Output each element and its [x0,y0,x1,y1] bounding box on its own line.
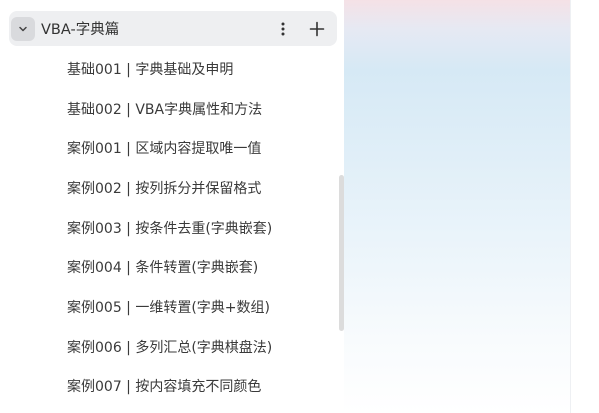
list-item[interactable]: 案例004 | 条件转置(字典嵌套) [0,247,340,287]
list-item-label: 案例006 | 多列汇总(字典棋盘法) [67,339,273,356]
list-item-label: 案例004 | 条件转置(字典嵌套) [67,260,259,277]
list-item[interactable]: 案例005 | 一维转置(字典+数组) [0,287,340,327]
list-item-label: 案例007 | 按内容填充不同颜色 [67,379,262,396]
content-edge [570,0,599,413]
more-options-button[interactable] [269,15,297,43]
list-item[interactable]: 案例001 | 区域内容提取唯一值 [0,128,340,168]
list-item[interactable]: 案例003 | 按条件去重(字典嵌套) [0,208,340,248]
document-list: 基础001 | 字典基础及申明 基础002 | VBA字典属性和方法 案例001… [0,49,340,406]
group-title: VBA-字典篇 [41,22,120,38]
chevron-down-icon [19,26,27,31]
more-vertical-icon [281,22,285,35]
list-item[interactable]: 基础002 | VBA字典属性和方法 [0,89,340,129]
list-item-label: 案例005 | 一维转置(字典+数组) [67,299,270,316]
list-item[interactable]: 案例007 | 按内容填充不同颜色 [0,367,340,407]
list-item[interactable]: 基础001 | 字典基础及申明 [0,49,340,89]
list-item-label: 基础002 | VBA字典属性和方法 [67,101,263,118]
collapse-toggle-button[interactable] [11,16,35,41]
list-item-label: 基础001 | 字典基础及申明 [67,61,234,78]
content-backdrop [344,0,570,413]
list-item-label: 案例002 | 按列拆分并保留格式 [67,180,262,197]
group-header[interactable]: VBA-字典篇 [9,11,337,46]
sidebar: VBA-字典篇 基础001 | 字典基础及申明 基础002 | VBA字典属性和… [0,0,344,413]
list-item[interactable]: 案例002 | 按列拆分并保留格式 [0,168,340,208]
list-item[interactable]: 案例006 | 多列汇总(字典棋盘法) [0,327,340,367]
plus-icon [309,21,325,36]
add-item-button[interactable] [303,15,331,43]
list-item-label: 案例003 | 按条件去重(字典嵌套) [67,220,273,237]
list-item-label: 案例001 | 区域内容提取唯一值 [67,141,262,158]
